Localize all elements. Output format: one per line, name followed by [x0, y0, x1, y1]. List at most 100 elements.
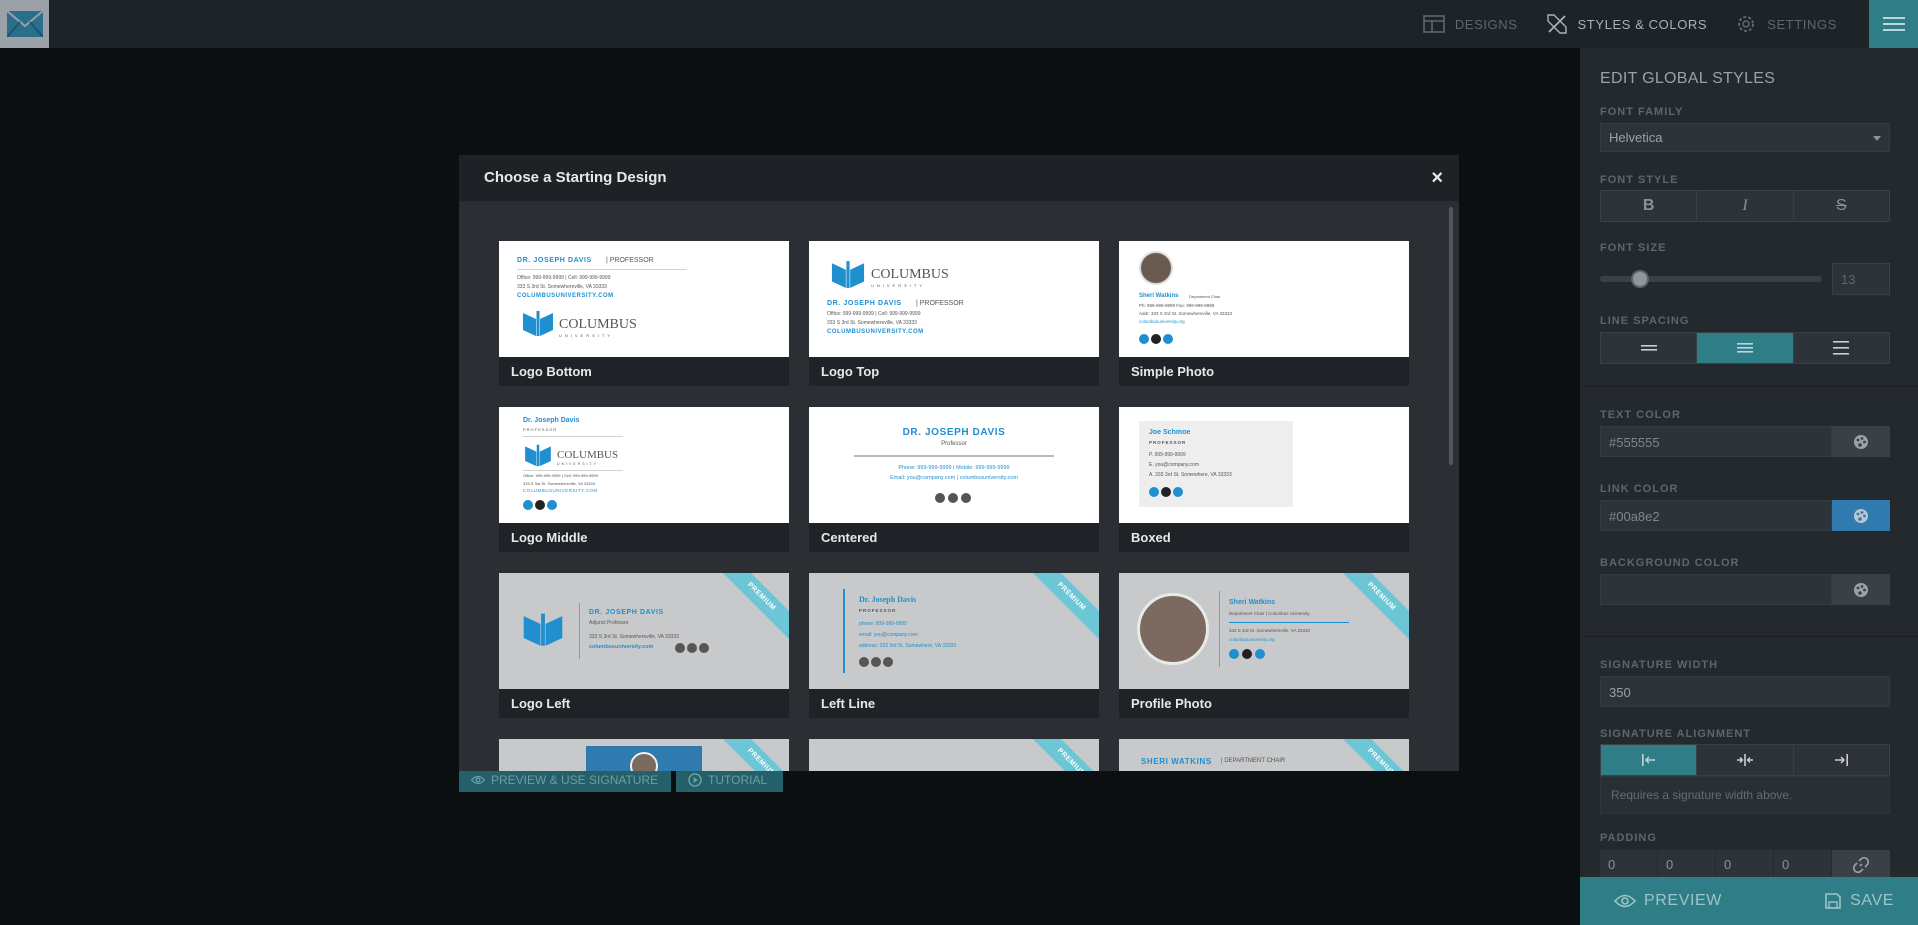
padding-top-input[interactable]: 0 [1600, 850, 1658, 880]
thumb-office: Office: 999-999-9999 | Cell: 999-999-999… [827, 311, 921, 317]
line-spacing-normal-button[interactable] [1697, 333, 1794, 363]
x-icon [1151, 334, 1161, 344]
background-color-picker-button[interactable] [1832, 574, 1890, 605]
thumb-name: DR. JOSEPH DAVIS [827, 300, 902, 307]
thumb-logo-word: COLUMBUS [557, 449, 619, 461]
design-thumbnail: DR. JOSEPH DAVIS Adjunct Professor 333 S… [499, 573, 789, 689]
design-card-centered[interactable]: DR. JOSEPH DAVIS Professor Phone: 999-99… [809, 407, 1099, 552]
link-color-input[interactable]: #00a8e2 [1600, 500, 1832, 531]
design-card-simple-photo[interactable]: Sheri Watkins Department Chair Ph: 999-9… [1119, 241, 1409, 386]
design-card-logo-middle[interactable]: Dr. Joseph Davis PROFESSOR COLUMBUS UNIV… [499, 407, 789, 552]
nav-settings-label: SETTINGS [1767, 16, 1837, 32]
thumb-address: 333 S 3rd St. Somewhereville, VA 33333 [1229, 628, 1310, 633]
panel-action-bar: PREVIEW SAVE [1580, 877, 1918, 925]
linkedin-icon [1163, 334, 1173, 344]
design-card-left-line[interactable]: Dr. Joseph Davis PROFESSOR phone: 999-99… [809, 573, 1099, 718]
design-card-logo-top[interactable]: COLUMBUS UNIVERSITY DR. JOSEPH DAVIS | P… [809, 241, 1099, 386]
padding-right-input[interactable]: 0 [1658, 850, 1716, 880]
padding-label: PADDING [1600, 832, 1657, 844]
design-card-logo-left[interactable]: DR. JOSEPH DAVIS Adjunct Professor 333 S… [499, 573, 789, 718]
padding-bottom-input[interactable]: 0 [1716, 850, 1774, 880]
signature-width-input[interactable]: 350 [1600, 676, 1890, 707]
link-color-picker-button[interactable] [1832, 500, 1890, 531]
thumb-website: COLUMBUSUNIVERSITY.COM [523, 488, 598, 493]
x-icon [1242, 649, 1252, 659]
bold-button[interactable]: B [1601, 191, 1698, 221]
design-label: Logo Top [821, 364, 880, 379]
line-spacing-tight-button[interactable] [1601, 333, 1698, 363]
top-nav: DESIGNS STYLES & COLORS SETTINGS [1423, 0, 1869, 48]
nav-designs[interactable]: DESIGNS [1423, 15, 1518, 33]
design-card-partial[interactable]: SHERI WATKINS | DEPARTMENT CHAIR PREMIUM [1119, 739, 1409, 771]
thumb-name: Sheri Watkins [1229, 599, 1276, 606]
thumb-name: SHERI WATKINS [1141, 757, 1212, 766]
panel-title: EDIT GLOBAL STYLES [1600, 70, 1776, 87]
align-left-button[interactable] [1601, 745, 1698, 775]
font-size-slider-handle[interactable] [1630, 270, 1649, 288]
align-right-button[interactable] [1793, 745, 1889, 775]
nav-styles-colors[interactable]: STYLES & COLORS [1546, 13, 1708, 35]
design-card-logo-bottom[interactable]: DR. JOSEPH DAVIS | PROFESSOR Office: 999… [499, 241, 789, 386]
font-family-select[interactable]: Helvetica [1600, 123, 1890, 152]
linkedin-icon [883, 657, 893, 667]
floppy-disk-icon [1825, 893, 1841, 909]
linkedin-icon [961, 493, 971, 503]
text-color-input[interactable]: #555555 [1600, 426, 1832, 457]
alignment-hint: Requires a signature width above. [1600, 776, 1890, 814]
thumb-title: | PROFESSOR [916, 300, 964, 307]
align-center-button[interactable] [1697, 745, 1794, 775]
font-size-input[interactable]: 13 [1832, 263, 1890, 295]
preview-use-label: PREVIEW & USE SIGNATURE [491, 772, 659, 787]
padding-link-button[interactable] [1832, 850, 1890, 880]
thumb-logo-sub: UNIVERSITY [557, 462, 599, 466]
thumb-name: DR. JOSEPH DAVIS [902, 427, 1006, 438]
thumb-rule [854, 455, 1054, 457]
signature-width-label: SIGNATURE WIDTH [1600, 659, 1719, 671]
thumb-address: Addr: 333 S 3rd St. Somewhereville, VA 3… [1139, 311, 1232, 316]
design-card-partial[interactable]: PREMIUM [499, 739, 789, 771]
line-spacing-label: LINE SPACING [1600, 315, 1690, 327]
app-logo[interactable] [0, 0, 49, 48]
nav-settings[interactable]: SETTINGS [1735, 13, 1837, 35]
design-label: Left Line [821, 696, 876, 711]
text-color-field: #555555 [1600, 426, 1890, 457]
divider [1580, 636, 1918, 637]
hamburger-menu-button[interactable] [1869, 0, 1918, 48]
layout-icon [1423, 15, 1445, 33]
design-label: Centered [821, 530, 878, 545]
signature-alignment-label: SIGNATURE ALIGNMENT [1600, 728, 1751, 740]
facebook-icon [859, 657, 869, 667]
tutorial-label: TUTORIAL [708, 772, 768, 787]
thumb-logo-word: COLUMBUS [871, 267, 949, 282]
close-button[interactable]: × [1431, 167, 1443, 190]
thumb-address: 333 S 3rd St. Somewhereville, VA 33333 [523, 481, 595, 486]
thumb-rule [1219, 591, 1220, 667]
design-thumbnail: Dr. Joseph Davis PROFESSOR COLUMBUS UNIV… [499, 407, 789, 523]
thumb-phone: P. 999-999-9999 [1149, 452, 1186, 458]
play-circle-icon [688, 772, 702, 787]
strikethrough-button[interactable]: S [1793, 191, 1889, 221]
thumb-name: DR. JOSEPH DAVIS [517, 257, 592, 264]
font-size-label: FONT SIZE [1600, 242, 1667, 254]
line-spacing-wide-button[interactable] [1793, 333, 1889, 363]
facebook-icon [1229, 649, 1239, 659]
thumb-name: Dr. Joseph Davis [523, 417, 580, 424]
scrollbar[interactable] [1449, 207, 1453, 465]
link-color-field: #00a8e2 [1600, 500, 1890, 531]
line-spacing-group [1600, 332, 1890, 364]
design-card-partial[interactable]: PREMIUM [809, 739, 1099, 771]
padding-left-input[interactable]: 0 [1774, 850, 1832, 880]
thumb-name: Joe Schmoe [1149, 429, 1191, 436]
design-thumbnail: PREMIUM [499, 739, 789, 771]
background-color-input[interactable] [1600, 574, 1832, 605]
save-button[interactable]: SAVE [1824, 892, 1894, 910]
font-style-group: B I S [1600, 190, 1890, 222]
background-color-label: BACKGROUND COLOR [1600, 557, 1740, 569]
thumb-logo-sub: UNIVERSITY [871, 283, 926, 288]
thumb-website: columbusuniversity.com [589, 644, 654, 650]
design-card-profile-photo[interactable]: Sheri Watkins Department Chair | Columbu… [1119, 573, 1409, 718]
italic-button[interactable]: I [1697, 191, 1794, 221]
design-card-boxed[interactable]: Joe Schmoe PROFESSOR P. 999-999-9999 E. … [1119, 407, 1409, 552]
preview-button[interactable]: PREVIEW [1614, 892, 1722, 910]
text-color-picker-button[interactable] [1832, 426, 1890, 457]
